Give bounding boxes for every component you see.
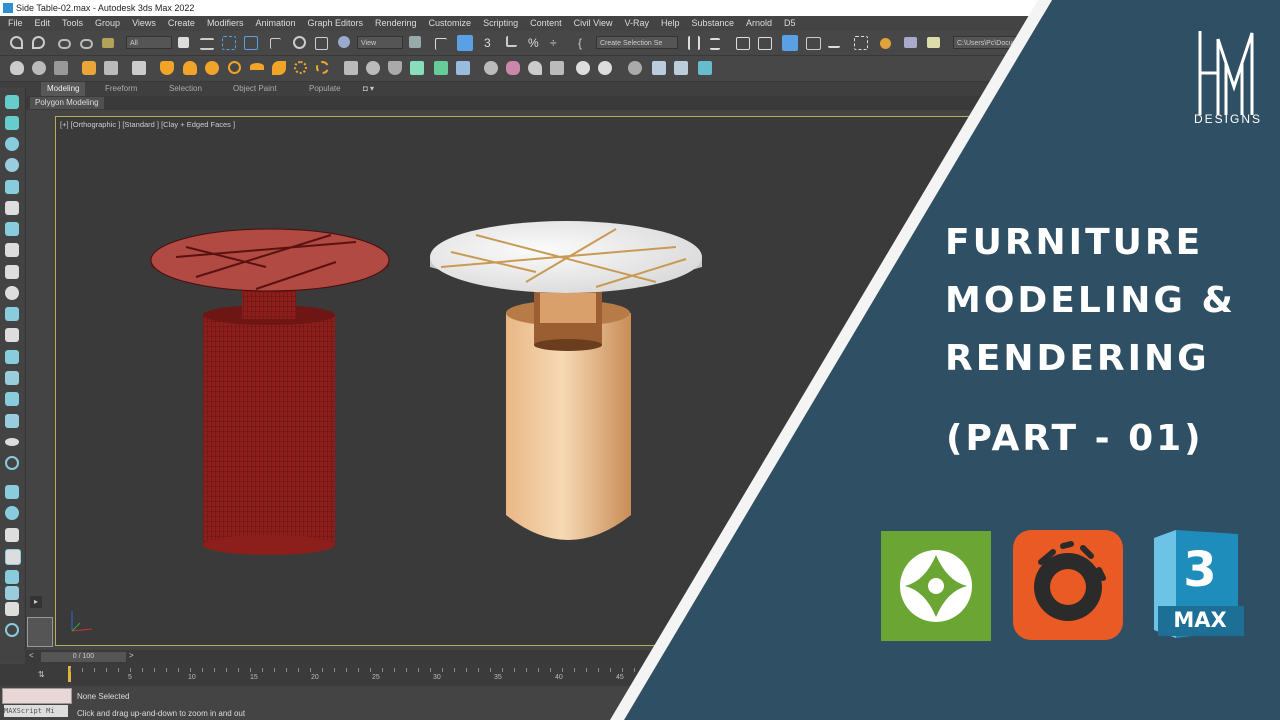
hm-designs-logo-icon xyxy=(1198,31,1254,115)
max-logo-word: MAX xyxy=(1173,608,1227,632)
headline-line-1: FURNITURE xyxy=(945,222,1204,263)
headline-line-3: RENDERING xyxy=(945,338,1210,379)
corona-render-icon xyxy=(1013,530,1123,640)
brand-name: DESIGNS xyxy=(1194,112,1263,126)
part-label: (PART - 01) xyxy=(946,418,1204,459)
d5-render-icon xyxy=(881,531,991,641)
headline-line-2: MODELING & xyxy=(945,280,1236,321)
max-logo-number: 3 xyxy=(1183,542,1217,598)
